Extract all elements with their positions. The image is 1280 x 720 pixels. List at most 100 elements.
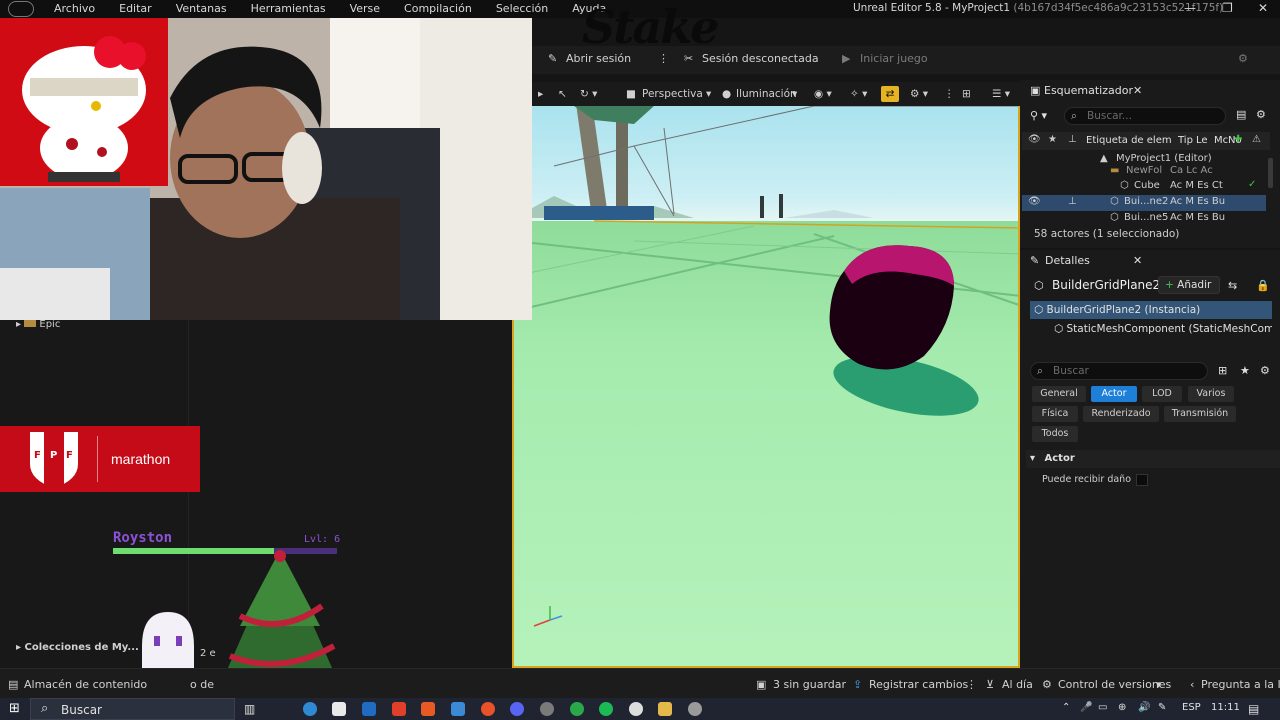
outliner-row-partial[interactable]: ⬡ Bui...ne5 Ac M Es Bu — [1022, 211, 1266, 223]
outliner-tab-close-icon[interactable]: ✕ — [1133, 84, 1142, 97]
component-row-instance[interactable]: ⬡ BuilderGridPlane2 (Instancia) — [1030, 301, 1272, 319]
session-status[interactable]: Sesión desconectada — [702, 52, 819, 65]
menu-editar[interactable]: Editar — [107, 1, 164, 17]
pen-icon[interactable]: ✎ — [1158, 702, 1166, 713]
notifications-icon[interactable]: ▤ — [1248, 702, 1259, 716]
kebab-menu-icon[interactable]: ⋮ — [658, 52, 669, 65]
menu-seleccion[interactable]: Selección — [484, 1, 560, 17]
minimize-icon[interactable]: — — [1184, 1, 1196, 15]
open-session-button[interactable]: Abrir sesión — [566, 52, 631, 65]
filter-transmisin-button[interactable]: Transmisión — [1164, 406, 1236, 422]
vscode-app-icon[interactable] — [451, 702, 465, 716]
lighting-chevron-icon[interactable]: ▾ — [792, 86, 797, 102]
chrome-app-icon[interactable] — [570, 702, 584, 716]
outliner-add-folder-icon[interactable]: ▤ — [1236, 108, 1246, 121]
clock[interactable]: 11:11 — [1211, 702, 1240, 713]
component-row-mesh[interactable]: ⬡ StaticMeshComponent (StaticMeshCompon — [1030, 320, 1272, 338]
details-settings-icon[interactable]: ⚙ — [1260, 364, 1270, 377]
start-game-button[interactable]: Iniciar juego — [860, 52, 928, 65]
mobility-column-header[interactable]: Mc — [1214, 135, 1228, 146]
outliner-filter-icon[interactable]: ⚲ ▾ — [1030, 109, 1047, 122]
discord-app-icon[interactable] — [510, 702, 524, 716]
type-column-header[interactable]: Tip — [1178, 135, 1193, 146]
outliner-row-selected[interactable]: 👁 ⊥ ⬡ Bui...ne2 Ac M Es Bu — [1022, 195, 1266, 211]
menu-herramientas[interactable]: Herramientas — [239, 1, 338, 17]
filter-varios-button[interactable]: Varios — [1188, 386, 1234, 402]
filter-lod-button[interactable]: LOD — [1142, 386, 1182, 402]
battery-icon[interactable]: ▭ — [1098, 702, 1107, 713]
language-indicator[interactable]: ESP — [1182, 702, 1201, 713]
maximize-icon[interactable]: ❐ — [1222, 1, 1233, 15]
outliner-tab[interactable]: Esquematizador — [1044, 84, 1133, 97]
volume-icon[interactable]: 🔊 — [1138, 702, 1150, 713]
version-control-chevron-icon[interactable]: ▾ — [1156, 678, 1162, 691]
close-icon[interactable]: ✕ — [1258, 1, 1268, 15]
ppt-app-icon[interactable] — [421, 702, 435, 716]
level-viewport[interactable] — [512, 106, 1020, 668]
edge-app-icon[interactable] — [303, 702, 317, 716]
filter-general-button[interactable]: General — [1032, 386, 1086, 402]
outliner-row-cube[interactable]: ⬡ Cube Ac M Es Ct ✓ — [1022, 179, 1266, 195]
layout-grid-icon[interactable]: ⊞ — [962, 86, 971, 102]
snap-toggle-icon[interactable]: ⇄ — [881, 86, 899, 102]
folder-epic[interactable]: ▸ Epic — [16, 319, 60, 330]
microphone-icon[interactable]: 🎤 — [1080, 702, 1092, 713]
steam-app-icon[interactable] — [540, 702, 554, 716]
blueprint-icon[interactable]: ⇆ — [1228, 279, 1237, 292]
viewport-options-icon[interactable]: ▸ — [538, 86, 543, 102]
tray-chevron-icon[interactable]: ⌃ — [1062, 702, 1070, 713]
favorites-star-icon[interactable]: ★ — [1240, 364, 1250, 377]
add-component-button[interactable]: + Añadir — [1158, 276, 1220, 294]
unreal-logo-icon[interactable] — [8, 1, 34, 17]
outliner-search-input[interactable]: ⌕ Buscar... — [1064, 107, 1226, 125]
windows-start-icon[interactable]: ⊞ — [9, 701, 20, 716]
unsaved-button[interactable]: 3 sin guardar — [773, 678, 846, 691]
explorer-app-icon[interactable] — [658, 702, 672, 716]
store-app-icon[interactable] — [332, 702, 346, 716]
realtime-icon[interactable]: ✧ ▾ — [850, 86, 867, 102]
vertical-dots-icon[interactable]: ⋮ — [944, 86, 955, 102]
label-column-header[interactable]: Etiqueta de elem — [1086, 135, 1172, 146]
property-matrix-icon[interactable]: ⊞ — [1218, 364, 1227, 377]
viewport-settings-icon[interactable]: ⚙ ▾ — [910, 86, 928, 102]
filter-fsica-button[interactable]: Física — [1032, 406, 1078, 422]
outlook-app-icon[interactable] — [362, 702, 376, 716]
select-tool-icon[interactable]: ↖ — [558, 86, 567, 102]
pin-icon[interactable]: ⊥ — [1068, 196, 1077, 207]
taskbar-search[interactable]: ⌕ Buscar — [30, 698, 235, 720]
lock-icon[interactable]: 🔒 — [1256, 279, 1270, 292]
output-log-fragment[interactable]: o de — [190, 678, 214, 691]
obs-app-icon[interactable] — [481, 702, 495, 716]
filter-actor-button[interactable]: Actor — [1091, 386, 1137, 402]
brave-app-icon[interactable] — [392, 702, 406, 716]
outliner-scrollbar[interactable] — [1268, 158, 1273, 188]
rotate-tool-icon[interactable]: ↻ ▾ — [580, 86, 597, 102]
favorite-column-icon[interactable]: ★ — [1048, 134, 1057, 145]
menu-compilacion[interactable]: Compilación — [392, 1, 484, 17]
paw-settings-icon[interactable]: ⚙ — [1238, 52, 1248, 65]
status-kebab-icon[interactable]: ⋮ — [966, 678, 977, 691]
collections-section[interactable]: ▸ Colecciones de My... — [16, 642, 139, 653]
unreal-app-icon[interactable] — [629, 702, 643, 716]
hamburger-menu-icon[interactable]: ☰ ▾ — [992, 86, 1010, 102]
menu-verse[interactable]: Verse — [338, 1, 392, 17]
details-tab[interactable]: Detalles — [1045, 254, 1090, 267]
perspective-chevron-icon[interactable]: ▾ — [706, 86, 711, 102]
filter-todos-button[interactable]: Todos — [1032, 426, 1078, 442]
details-tab-close-icon[interactable]: ✕ — [1133, 254, 1142, 267]
pin-column-icon[interactable]: ⊥ — [1068, 134, 1077, 145]
can-be-damaged-checkbox[interactable] — [1136, 474, 1148, 486]
lighting-dropdown[interactable]: Iluminación — [736, 86, 797, 102]
perspective-dropdown[interactable]: Perspectiva — [642, 86, 703, 102]
visibility-eye-icon[interactable]: 👁 — [1028, 196, 1041, 207]
network-icon[interactable]: ⊕ — [1118, 702, 1126, 713]
spotify-app-icon[interactable] — [599, 702, 613, 716]
outliner-settings-icon[interactable]: ⚙ — [1256, 108, 1266, 121]
details-search-input[interactable]: ⌕ Buscar — [1030, 362, 1208, 380]
level-column-header[interactable]: Le — [1196, 135, 1208, 146]
extra-app-icon[interactable] — [688, 702, 702, 716]
version-control-button[interactable]: Control de versiones — [1058, 678, 1171, 691]
commit-changes-button[interactable]: Registrar cambios — [869, 678, 968, 691]
show-flags-icon[interactable]: ◉ ▾ — [814, 86, 832, 102]
task-view-icon[interactable]: ▥ — [244, 702, 255, 716]
